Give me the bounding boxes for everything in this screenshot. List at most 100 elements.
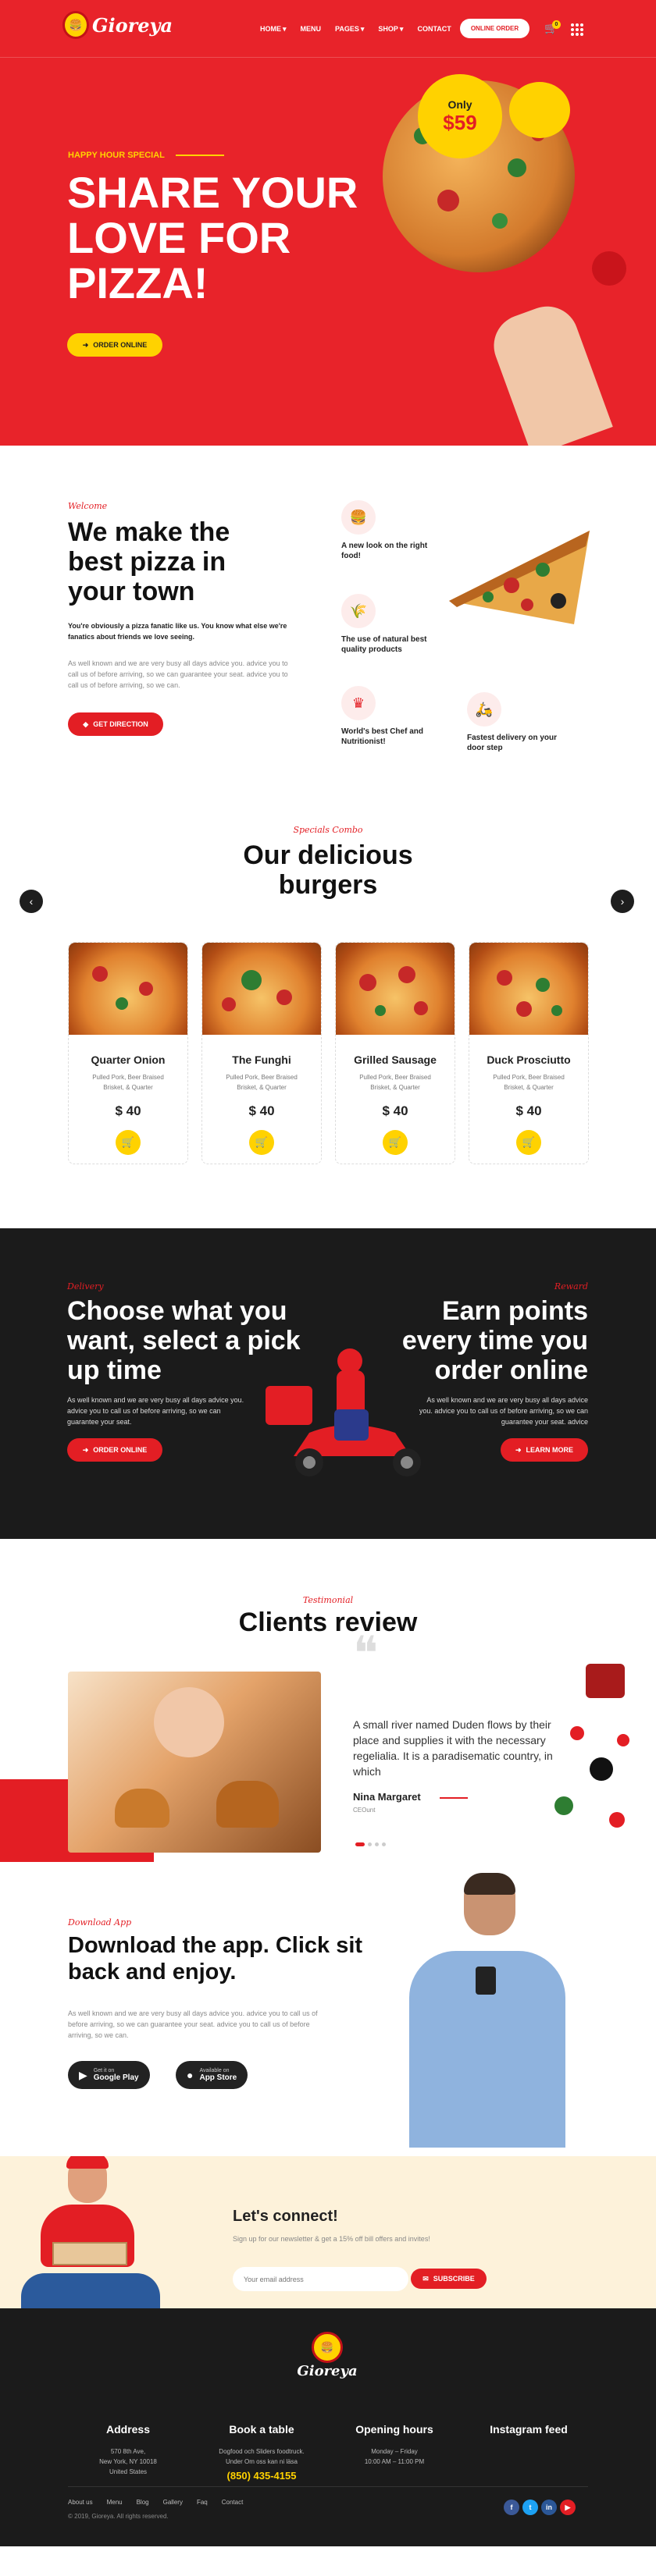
instagram-icon[interactable]: in bbox=[541, 2500, 557, 2515]
combo-tag: Specials Combo bbox=[293, 825, 363, 835]
footer-link-contact[interactable]: Contact bbox=[222, 2497, 244, 2507]
app-store-small: Available on bbox=[199, 2068, 230, 2073]
hero-section: 🍔 Gioreya HOME ▾ MENU PAGES ▾ SHOP ▾ CONTAC… bbox=[0, 0, 656, 446]
learn-more-button[interactable]: ➜ LEARN MORE bbox=[501, 1438, 588, 1462]
wheat-icon: 🌾 bbox=[341, 594, 376, 628]
add-to-cart-icon[interactable]: 🛒 bbox=[383, 1130, 408, 1155]
app-text: As well known and we are very busy all d… bbox=[68, 2009, 318, 2039]
next-arrow-icon[interactable]: › bbox=[611, 890, 634, 913]
footer-phone[interactable]: (850) 435-4155 bbox=[199, 2470, 324, 2482]
footer-link-faq[interactable]: Faq bbox=[197, 2497, 208, 2507]
order-online-button[interactable]: ➜ ORDER ONLINE bbox=[67, 333, 162, 357]
online-order-button[interactable]: ONLINE ORDER bbox=[460, 19, 529, 38]
twitter-icon[interactable]: t bbox=[522, 2500, 538, 2515]
menu-card[interactable]: Quarter Onion Pulled Pork, Beer Braised … bbox=[68, 942, 188, 1164]
pizza-image bbox=[469, 943, 588, 1035]
feature-text: A new look on the right food! bbox=[341, 542, 428, 560]
subscribe-button[interactable]: ✉ SUBSCRIBE bbox=[411, 2269, 487, 2289]
footer-col-book: Book a table Dogfood och Sliders foodtru… bbox=[199, 2423, 324, 2482]
get-direction-label: GET DIRECTION bbox=[93, 720, 148, 728]
brand-logo[interactable]: 🍔 Gioreya bbox=[62, 11, 173, 39]
price-only-label: Only bbox=[447, 98, 472, 111]
main-menu: HOME ▾ MENU PAGES ▾ SHOP ▾ CONTACT bbox=[260, 25, 451, 34]
brand-name: Gioreya bbox=[92, 13, 173, 37]
footer-col-title: Instagram feed bbox=[490, 2423, 568, 2436]
chevron-down-icon: ▾ bbox=[399, 25, 404, 33]
welcome-bold-text: You're obviously a pizza fanatic like us… bbox=[68, 622, 287, 641]
menu-card-desc: Pulled Pork, Beer Braised Brisket, & Qua… bbox=[226, 1074, 298, 1091]
subscribe-label: SUBSCRIBE bbox=[433, 2275, 475, 2283]
feature-text: Fastest delivery on your door step bbox=[467, 734, 558, 752]
add-to-cart-icon[interactable]: 🛒 bbox=[249, 1130, 274, 1155]
footer-link-about[interactable]: About us bbox=[68, 2497, 93, 2507]
chevron-down-icon: ▾ bbox=[283, 25, 287, 33]
footer-link-menu[interactable]: Menu bbox=[107, 2497, 123, 2507]
footer-col-line: 570 8th Ave, bbox=[110, 2448, 146, 2455]
footer-link-gallery[interactable]: Gallery bbox=[163, 2497, 183, 2507]
footer-link-blog[interactable]: Blog bbox=[137, 2497, 149, 2507]
pizza-slice-image bbox=[449, 531, 590, 624]
apple-icon: ● bbox=[187, 2069, 194, 2081]
price-badge: Only $59 bbox=[418, 74, 502, 158]
food-decoration-image bbox=[547, 1656, 656, 1862]
carousel-dot[interactable] bbox=[382, 1842, 386, 1846]
app-store-button[interactable]: ● Available on App Store bbox=[176, 2061, 248, 2089]
menu-card[interactable]: Duck Prosciutto Pulled Pork, Beer Braise… bbox=[469, 942, 589, 1164]
order-online-button[interactable]: ➜ ORDER ONLINE bbox=[67, 1438, 162, 1462]
burger-logo-icon: 🍔 bbox=[312, 2332, 343, 2363]
app-section: Download App Download the app. Click sit… bbox=[0, 1862, 656, 2156]
app-title: Download the app. Click sit back and enj… bbox=[68, 1933, 363, 1984]
welcome-section: Welcome We make the best pizza in your t… bbox=[0, 446, 656, 786]
menu-card-price: $ 40 bbox=[382, 1103, 408, 1118]
nav-item-shop[interactable]: SHOP bbox=[378, 25, 398, 34]
nav-item-home[interactable]: HOME bbox=[260, 25, 281, 34]
hand-image bbox=[485, 297, 613, 446]
pizza-image bbox=[69, 943, 187, 1035]
menu-card[interactable]: The Funghi Pulled Pork, Beer Braised Bri… bbox=[201, 942, 322, 1164]
google-play-button[interactable]: ▶ Get it on Google Play bbox=[68, 2061, 150, 2089]
chef-hat-icon: ♛ bbox=[341, 686, 376, 720]
client-photo bbox=[68, 1672, 321, 1853]
grid-menu-icon[interactable] bbox=[571, 23, 583, 36]
carousel-dots[interactable] bbox=[355, 1842, 386, 1846]
footer-col-title: Opening hours bbox=[355, 2423, 433, 2436]
feature-item: 🍔 A new look on the right food! bbox=[341, 500, 435, 561]
hero-subtitle: HAPPY HOUR SPECIAL bbox=[68, 151, 165, 160]
price-value: $59 bbox=[443, 110, 477, 134]
copyright: © 2019, Gioreya. All rights reserved. bbox=[68, 2513, 169, 2520]
email-field[interactable] bbox=[233, 2267, 408, 2291]
client-name: Nina Margaret bbox=[353, 1791, 421, 1803]
google-play-label: Google Play bbox=[93, 2073, 139, 2082]
testimonial-title: Clients review bbox=[238, 1608, 418, 1637]
learn-more-label: LEARN MORE bbox=[526, 1446, 574, 1454]
add-to-cart-icon[interactable]: 🛒 bbox=[516, 1130, 541, 1155]
client-role: CEOunt bbox=[353, 1807, 376, 1814]
carousel-dot[interactable] bbox=[375, 1842, 379, 1846]
menu-card-desc: Pulled Pork, Beer Braised Brisket, & Qua… bbox=[493, 1074, 565, 1091]
carousel-dot-active[interactable] bbox=[355, 1842, 365, 1846]
prev-arrow-icon[interactable]: ‹ bbox=[20, 890, 43, 913]
nav-item-pages[interactable]: PAGES bbox=[335, 25, 359, 34]
delivery-text: As well known and we are very busy all d… bbox=[67, 1396, 244, 1426]
testimonial-tag: Testimonial bbox=[302, 1595, 354, 1605]
app-tag: Download App bbox=[68, 1917, 132, 1928]
testimonial-section: Testimonial Clients review ❝ A small riv… bbox=[0, 1539, 656, 1862]
footer-logo[interactable]: 🍔 Gioreya bbox=[297, 2332, 358, 2394]
footer-divider bbox=[68, 2486, 588, 2487]
delivery-tag: Delivery bbox=[67, 1281, 104, 1292]
yellow-pepper-image bbox=[509, 82, 570, 138]
nav-item-menu[interactable]: MENU bbox=[301, 25, 322, 34]
nav-item-contact[interactable]: CONTACT bbox=[417, 25, 451, 34]
menu-card-name: Duck Prosciutto bbox=[487, 1053, 571, 1066]
carousel-dot[interactable] bbox=[368, 1842, 372, 1846]
feature-item: 🛵 Fastest delivery on your door step bbox=[467, 692, 561, 753]
facebook-icon[interactable]: f bbox=[504, 2500, 519, 2515]
get-direction-button[interactable]: ◆ GET DIRECTION bbox=[68, 712, 163, 736]
footer-col-line: United States bbox=[109, 2468, 148, 2475]
google-play-icon: ▶ bbox=[79, 2068, 87, 2081]
footer-section: 🍔 Gioreya Address 570 8th Ave, New York,… bbox=[0, 2308, 656, 2546]
menu-card[interactable]: Grilled Sausage Pulled Pork, Beer Braise… bbox=[335, 942, 455, 1164]
add-to-cart-icon[interactable]: 🛒 bbox=[116, 1130, 141, 1155]
newsletter-section: Let's connect! Sign up for our newslette… bbox=[0, 2156, 656, 2308]
youtube-icon[interactable]: ▶ bbox=[560, 2500, 576, 2515]
